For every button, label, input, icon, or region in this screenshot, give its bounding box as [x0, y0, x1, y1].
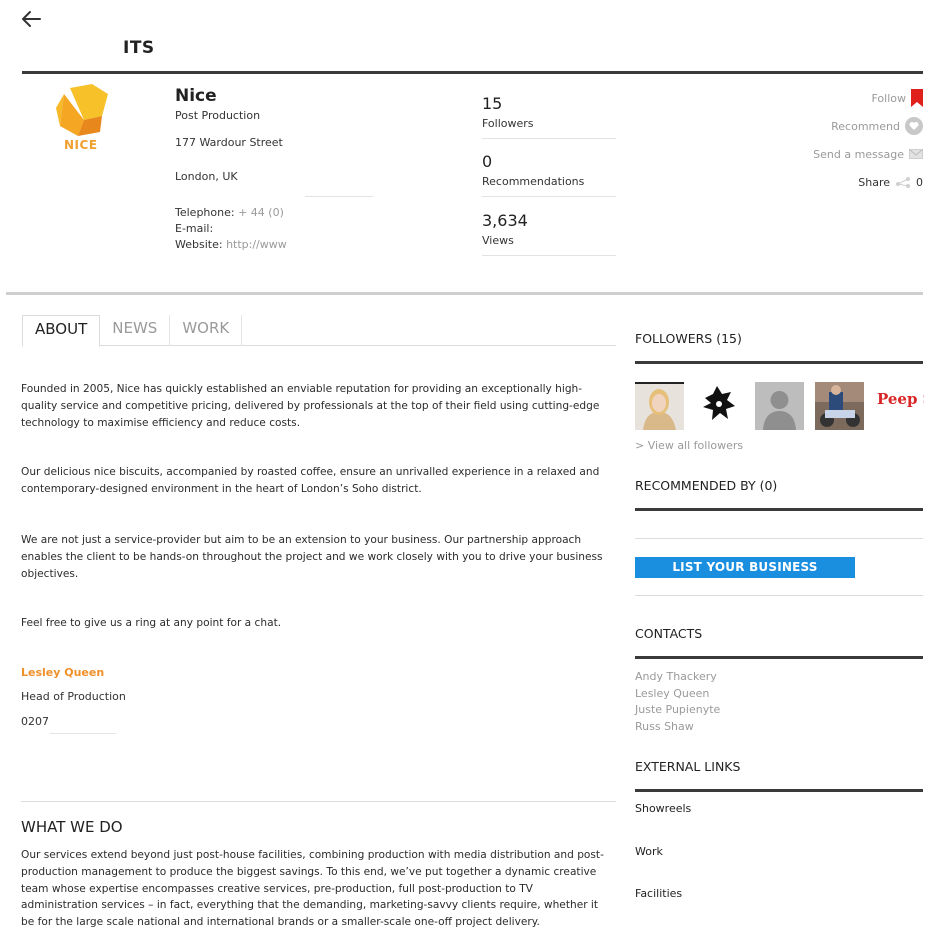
external-link-showreels[interactable]: Showreels	[635, 802, 691, 815]
stat-divider	[482, 255, 616, 256]
stat-divider	[482, 138, 616, 139]
company-type: Post Production	[175, 109, 261, 122]
recommend-button[interactable]: Recommend	[723, 112, 923, 140]
stat-value: 0	[482, 152, 493, 171]
follower-avatar[interactable]	[635, 382, 684, 430]
contacts-divider	[635, 656, 923, 659]
stat-value: 15	[482, 94, 503, 113]
section-divider	[6, 292, 923, 295]
contact-details: Telephone: + 44 (0) E-mail: Website: htt…	[175, 205, 287, 253]
telephone-label: Telephone:	[175, 206, 235, 219]
share-icon	[895, 176, 911, 188]
tab-work[interactable]: WORK	[170, 315, 243, 346]
share-button[interactable]: Share 0	[723, 168, 923, 196]
address-divider	[305, 196, 373, 197]
what-we-do-title: WHAT WE DO	[21, 818, 123, 836]
external-link-work[interactable]: Work	[635, 845, 663, 858]
stat-label: Views	[482, 234, 514, 247]
contact-link[interactable]: Andy Thackery	[635, 669, 720, 686]
external-links-divider	[635, 789, 923, 792]
stat-label: Recommendations	[482, 175, 585, 188]
telephone-value[interactable]: + 44 (0)	[238, 206, 284, 219]
sidebar-light-divider	[635, 538, 923, 539]
peep-show-logo-text: Peep Show	[877, 390, 924, 408]
external-links-heading: EXTERNAL LINKS	[635, 759, 741, 774]
follower-avatar[interactable]	[815, 382, 864, 430]
message-label: Send a message	[813, 147, 904, 161]
follower-avatar[interactable]: Peep Show	[875, 382, 924, 430]
email-label: E-mail:	[175, 222, 214, 235]
content-divider	[21, 801, 616, 802]
website-label: Website:	[175, 238, 223, 251]
recommended-heading: RECOMMENDED BY (0)	[635, 478, 778, 493]
envelope-icon	[909, 149, 923, 159]
share-count: 0	[916, 175, 923, 189]
contact-person-phone: 0207	[21, 715, 49, 728]
website-link[interactable]: http://www	[226, 238, 287, 251]
followers-divider	[635, 361, 923, 364]
tab-news[interactable]: NEWS	[100, 315, 171, 346]
recommended-divider	[635, 508, 923, 511]
heart-icon	[905, 117, 923, 135]
share-label: Share	[858, 175, 890, 189]
contact-link[interactable]: Lesley Queen	[635, 686, 720, 703]
about-paragraph-2: Our delicious nice biscuits, accompanied…	[21, 466, 600, 495]
follower-avatar[interactable]	[755, 382, 804, 430]
profile-tabs: ABOUT NEWS WORK	[22, 315, 616, 347]
follow-label: Follow	[871, 91, 906, 105]
logo-text: NICE	[64, 138, 98, 152]
phone-divider	[50, 733, 116, 734]
address-street: 177 Wardour Street	[175, 136, 283, 149]
send-message-button[interactable]: Send a message	[723, 140, 923, 168]
about-paragraph-3: We are not just a service-provider but a…	[21, 534, 603, 580]
what-we-do-text: Our services extend beyond just post-hou…	[21, 849, 604, 928]
about-paragraph-4: Feel free to give us a ring at any point…	[21, 617, 282, 629]
address-city: London, UK	[175, 170, 238, 183]
stat-value: 3,634	[482, 211, 528, 230]
recommend-label: Recommend	[831, 119, 900, 133]
contacts-list: Andy Thackery Lesley Queen Juste Pupieny…	[635, 669, 720, 735]
follower-avatar[interactable]	[695, 382, 744, 430]
external-link-facilities[interactable]: Facilities	[635, 887, 682, 900]
contact-link[interactable]: Juste Pupienyte	[635, 702, 720, 719]
company-logo: NICE	[30, 82, 126, 162]
follow-button[interactable]: Follow	[723, 84, 923, 112]
company-name: Nice	[175, 86, 217, 106]
about-paragraph-1: Founded in 2005, Nice has quickly establ…	[21, 383, 600, 429]
followers-heading: FOLLOWERS (15)	[635, 331, 742, 346]
contact-link[interactable]: Russ Shaw	[635, 719, 720, 736]
stat-followers: 15 Followers	[482, 94, 616, 139]
stat-divider	[482, 196, 616, 197]
bookmark-icon	[911, 89, 923, 107]
back-arrow-icon[interactable]	[20, 8, 42, 30]
tab-about[interactable]: ABOUT	[22, 315, 101, 347]
view-all-followers-link[interactable]: > View all followers	[635, 439, 743, 452]
list-your-business-button[interactable]: LIST YOUR BUSINESS	[635, 557, 855, 578]
stat-views: 3,634 Views	[482, 211, 616, 256]
contact-person-role: Head of Production	[21, 690, 126, 703]
contact-person-name[interactable]: Lesley Queen	[21, 666, 104, 679]
header-divider	[22, 71, 923, 74]
site-title: ITS	[123, 38, 155, 58]
stat-label: Followers	[482, 117, 534, 130]
followers-avatars: Peep Show	[635, 382, 924, 430]
sidebar-light-divider	[635, 595, 923, 596]
profile-actions: Follow Recommend Send a message Share 0	[723, 84, 923, 196]
contacts-heading: CONTACTS	[635, 626, 703, 641]
stat-recommendations: 0 Recommendations	[482, 152, 616, 197]
